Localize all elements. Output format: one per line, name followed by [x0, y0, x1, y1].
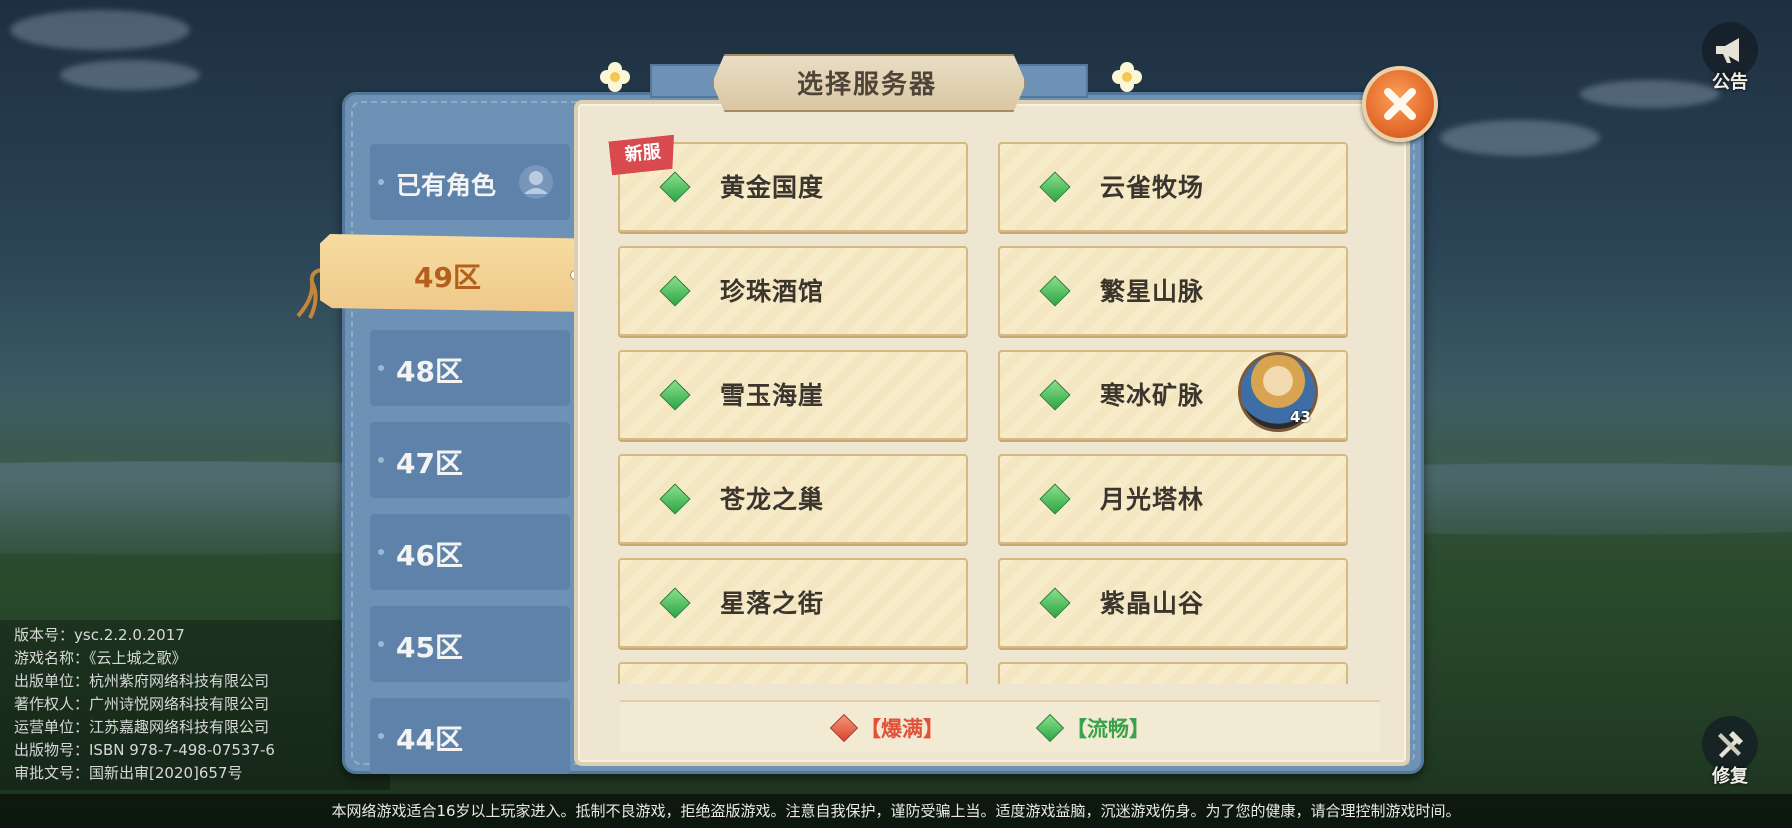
status-smooth-icon	[659, 483, 691, 515]
server-item[interactable]: 珍珠酒馆	[618, 246, 968, 336]
status-smooth-icon	[1035, 713, 1065, 743]
new-server-badge: 新服	[608, 135, 677, 176]
server-name: 寒冰矿脉	[1100, 381, 1205, 410]
tab-dot	[378, 641, 384, 647]
server-name: 雪玉海崖	[720, 381, 825, 410]
legend-smooth-label: 【流畅】	[1066, 717, 1150, 741]
server-item[interactable]: 云雀牧场	[998, 142, 1348, 232]
tab-zone-44[interactable]: 44区	[370, 698, 570, 774]
tab-zone-49[interactable]: 49区	[320, 234, 588, 312]
flower-icon	[600, 62, 630, 92]
operator-text: 运营单位：江苏嘉趣网络科技有限公司	[14, 718, 270, 736]
server-item-partial[interactable]	[998, 662, 1348, 684]
status-legend: 【爆满】 【流畅】	[620, 700, 1380, 752]
publisher-text: 出版单位：杭州紫府网络科技有限公司	[14, 672, 270, 690]
character-level: 43	[1290, 408, 1311, 426]
server-name: 黄金国度	[720, 173, 825, 202]
server-name: 云雀牧场	[1100, 173, 1205, 202]
tab-dot	[378, 365, 384, 371]
status-full-icon	[829, 713, 859, 743]
tab-label: 48区	[396, 355, 463, 388]
close-button[interactable]	[1362, 66, 1438, 142]
tab-label: 已有角色	[396, 171, 497, 200]
tab-label: 44区	[396, 723, 463, 756]
server-item[interactable]: 月光塔林	[998, 454, 1348, 544]
tab-dot	[378, 733, 384, 739]
server-item[interactable]: 星落之街	[618, 558, 968, 648]
status-smooth-icon	[1039, 483, 1071, 515]
game-name-text: 游戏名称：《云上城之歌》	[14, 649, 187, 667]
tab-zone-48[interactable]: 48区	[370, 330, 570, 406]
copyright-text: 著作权人：广州诗悦网络科技有限公司	[14, 695, 270, 713]
server-item[interactable]: 雪玉海崖	[618, 350, 968, 440]
status-smooth-icon	[1039, 171, 1071, 203]
announcement-label: 公告	[1712, 72, 1748, 93]
tab-dot	[378, 179, 384, 185]
tab-label: 45区	[396, 631, 463, 664]
tab-label: 47区	[396, 447, 463, 480]
server-item[interactable]: 繁星山脉	[998, 246, 1348, 336]
tab-zone-46[interactable]: 46区	[370, 514, 570, 590]
tab-label: 49区	[414, 261, 481, 294]
status-smooth-icon	[1039, 379, 1071, 411]
dialog-title: 选择服务器	[796, 70, 937, 100]
server-name: 月光塔林	[1100, 485, 1205, 514]
tab-dot	[378, 457, 384, 463]
server-name: 繁星山脉	[1100, 277, 1205, 306]
server-item[interactable]: 紫晶山谷	[998, 558, 1348, 648]
server-name: 紫晶山谷	[1100, 589, 1205, 618]
status-smooth-icon	[1039, 587, 1071, 619]
repair-label: 修复	[1712, 766, 1748, 787]
server-name: 苍龙之巢	[720, 485, 825, 514]
player-head-icon	[519, 165, 553, 199]
legend-full-label: 【爆满】	[860, 717, 944, 741]
status-smooth-icon	[659, 171, 691, 203]
megaphone-icon	[1716, 38, 1739, 63]
tab-label: 46区	[396, 539, 463, 572]
flower-icon	[1112, 62, 1142, 92]
tab-zone-45[interactable]: 45区	[370, 606, 570, 682]
server-item[interactable]: 苍龙之巢	[618, 454, 968, 544]
health-notice: 本网络游戏适合16岁以上玩家进入。抵制不良游戏，拒绝盗版游戏。注意自我保护，谨防…	[0, 794, 1792, 828]
server-name: 珍珠酒馆	[720, 277, 825, 306]
game-info-panel: 版本号：ysc.2.2.0.2017 游戏名称：《云上城之歌》 出版单位：杭州紫…	[0, 620, 390, 790]
close-icon	[1384, 88, 1416, 120]
tab-zone-47[interactable]: 47区	[370, 422, 570, 498]
status-smooth-icon	[1039, 275, 1071, 307]
server-name: 星落之街	[720, 589, 825, 618]
tab-dot	[378, 549, 384, 555]
status-smooth-icon	[659, 587, 691, 619]
isbn-text: 出版物号：ISBN 978-7-498-07537-6	[14, 741, 275, 759]
approval-text: 审批文号：国新出审[2020]657号	[14, 764, 243, 782]
version-text: 版本号：ysc.2.2.0.2017	[14, 626, 185, 644]
server-item-partial[interactable]	[618, 662, 968, 684]
wrench-hammer-icon	[1718, 731, 1743, 758]
status-smooth-icon	[659, 379, 691, 411]
tab-existing-characters[interactable]: 已有角色	[370, 144, 570, 220]
status-smooth-icon	[659, 275, 691, 307]
